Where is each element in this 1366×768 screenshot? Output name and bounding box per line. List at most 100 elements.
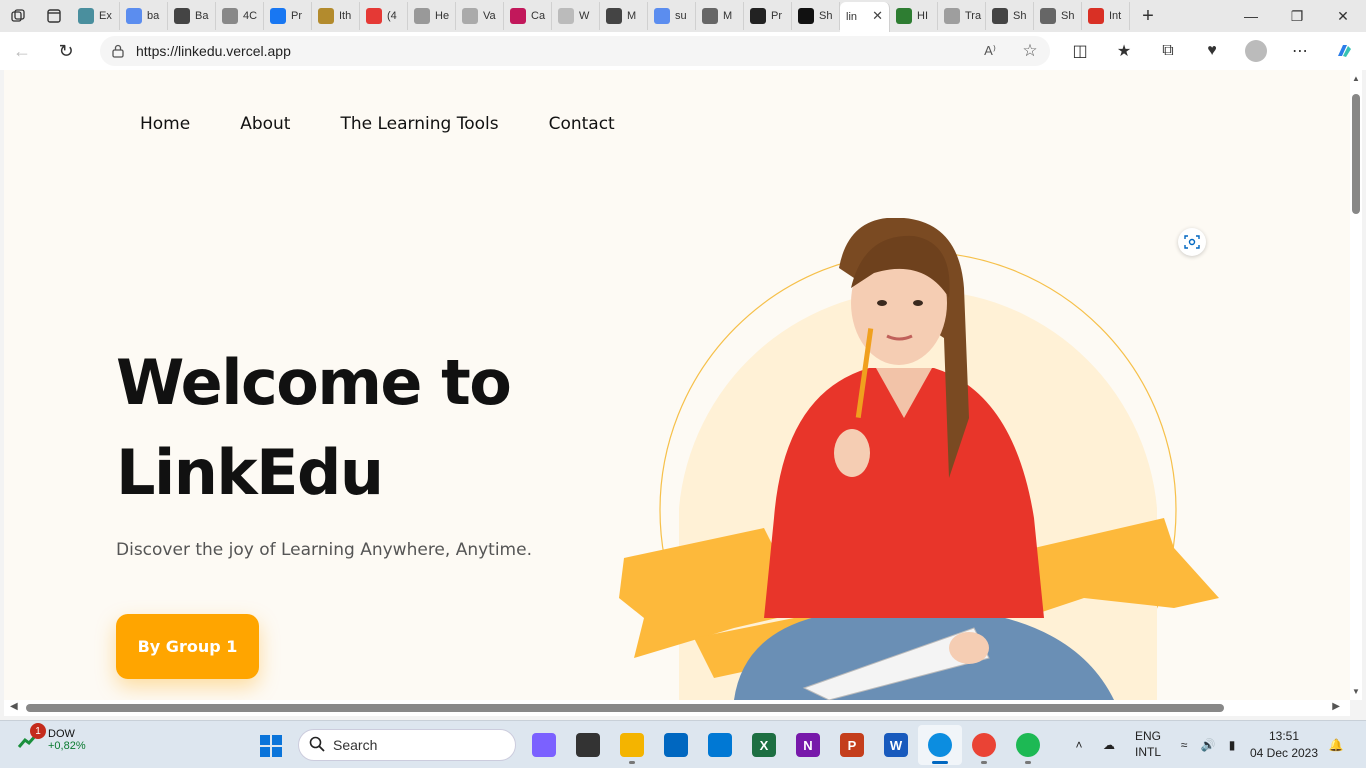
tab-9[interactable]: Ca (504, 2, 552, 30)
tab-11[interactable]: M (600, 2, 648, 30)
nav-link-about[interactable]: About (240, 114, 290, 134)
lock-icon[interactable] (100, 44, 136, 58)
tab-favicon-icon (702, 8, 718, 24)
tab-label: lin (846, 11, 858, 23)
network-info-icon[interactable]: ☁ (1094, 738, 1124, 752)
close-window-icon[interactable]: ✕ (1320, 0, 1366, 32)
taskbar-app-mail[interactable] (698, 725, 742, 765)
favorite-star-icon[interactable]: ☆ (1010, 41, 1050, 61)
task-view-icon (576, 733, 600, 757)
copilot-sidebar-icon[interactable] (1322, 32, 1366, 70)
tab-8[interactable]: Va (456, 2, 504, 30)
tab-1[interactable]: ba (120, 2, 168, 30)
minimize-icon[interactable]: — (1228, 0, 1274, 32)
tab-after-3[interactable]: Sh (1034, 2, 1082, 30)
new-tab-button[interactable]: + (1130, 5, 1166, 28)
tab-15[interactable]: Sh (792, 2, 840, 30)
collections-icon[interactable]: ⧉ (1146, 32, 1190, 70)
file-explorer-icon (620, 733, 644, 757)
hero-title-line-2: LinkEdu (116, 436, 384, 509)
tab-7[interactable]: He (408, 2, 456, 30)
hero-illustration (619, 218, 1219, 700)
tab-10[interactable]: W (552, 2, 600, 30)
tab-after-2[interactable]: Sh (986, 2, 1034, 30)
nav-link-contact[interactable]: Contact (549, 114, 615, 134)
notification-bell-icon[interactable]: 🔔 (1324, 738, 1348, 752)
close-tab-icon[interactable]: ✕ (872, 8, 883, 24)
taskbar-app-onenote[interactable]: N (786, 725, 830, 765)
taskbar-app-word[interactable]: W (874, 725, 918, 765)
tab-after-4[interactable]: Int (1082, 2, 1130, 30)
restore-icon[interactable]: ❐ (1274, 0, 1320, 32)
taskbar-app-file-explorer[interactable] (610, 725, 654, 765)
tab-3[interactable]: 4C (216, 2, 264, 30)
search-placeholder[interactable]: Search (333, 737, 377, 753)
browser-essentials-icon[interactable]: ♥ (1190, 32, 1234, 70)
nav-link-learning-tools[interactable]: The Learning Tools (340, 114, 498, 134)
vertical-scrollbar[interactable]: ▲ ▼ (1350, 70, 1362, 700)
scroll-down-arrow-icon[interactable]: ▼ (1350, 687, 1362, 696)
battery-icon[interactable]: ▮ (1220, 738, 1244, 752)
url-text[interactable]: https://linkedu.vercel.app (136, 43, 970, 59)
spotify-icon (1016, 733, 1040, 757)
scroll-right-arrow-icon[interactable]: ▶ (1332, 701, 1340, 712)
taskbar-app-copilot[interactable] (522, 725, 566, 765)
tab-6[interactable]: (4 (360, 2, 408, 30)
tab-4[interactable]: Pr (264, 2, 312, 30)
tab-13[interactable]: M (696, 2, 744, 30)
tab-12[interactable]: su (648, 2, 696, 30)
hero-subtitle: Discover the joy of Learning Anywhere, A… (116, 540, 532, 560)
taskbar-app-excel[interactable]: X (742, 725, 786, 765)
vertical-tabs-icon[interactable] (36, 0, 72, 32)
taskbar-search[interactable]: Search (298, 729, 516, 761)
more-menu-icon[interactable]: ⋯ (1278, 32, 1322, 70)
taskbar-app-task-view[interactable] (566, 725, 610, 765)
tab-14[interactable]: Pr (744, 2, 792, 30)
horizontal-scroll-thumb[interactable] (26, 704, 1224, 712)
chevron-up-icon[interactable]: ˄ (1064, 738, 1094, 752)
refresh-icon[interactable]: ↻ (44, 32, 88, 70)
tab-label: W (579, 10, 590, 22)
ticker-change: +0,82% (48, 740, 86, 752)
tab-2[interactable]: Ba (168, 2, 216, 30)
tab-favicon-icon (174, 8, 190, 24)
split-screen-icon[interactable]: ◫ (1058, 32, 1102, 70)
browser-toolbar: ← ↻ https://linkedu.vercel.app A⁾ ☆ ◫ ★ … (0, 32, 1366, 70)
back-icon[interactable]: ← (0, 32, 44, 70)
taskbar-app-spotify[interactable] (1006, 725, 1050, 765)
tab-favicon-icon (1040, 8, 1056, 24)
favorites-icon[interactable]: ★ (1102, 32, 1146, 70)
tab-after-0[interactable]: HI (890, 2, 938, 30)
tab-active[interactable]: lin ✕ (840, 2, 890, 32)
tab-label: Sh (1061, 10, 1075, 22)
tab-after-1[interactable]: Tra (938, 2, 986, 30)
taskbar-app-chrome[interactable] (962, 725, 1006, 765)
tab-label: Sh (819, 10, 833, 22)
volume-icon[interactable]: 🔊 (1196, 738, 1220, 752)
taskbar-app-edge[interactable] (918, 725, 962, 765)
windows-start-icon[interactable] (258, 733, 284, 759)
chrome-icon (972, 733, 996, 757)
tab-0[interactable]: Ex (72, 2, 120, 30)
address-bar[interactable]: https://linkedu.vercel.app A⁾ ☆ (100, 36, 1050, 66)
profile-avatar[interactable] (1245, 40, 1267, 62)
group-button[interactable]: By Group 1 (116, 614, 259, 679)
clock[interactable]: 13:51 04 Dec 2023 (1244, 728, 1324, 762)
taskbar-app-microsoft-store[interactable] (654, 725, 698, 765)
workspaces-icon[interactable] (0, 0, 36, 32)
vertical-scroll-thumb[interactable] (1352, 94, 1360, 214)
read-aloud-icon[interactable]: A⁾ (970, 43, 1010, 59)
tab-5[interactable]: Ith (312, 2, 360, 30)
horizontal-scrollbar[interactable]: ◀ ▶ (4, 700, 1350, 716)
tab-label: HI (917, 10, 928, 22)
scroll-left-arrow-icon[interactable]: ◀ (10, 701, 18, 712)
wifi-icon[interactable]: ≈ (1172, 738, 1196, 752)
taskbar-app-powerpoint[interactable]: P (830, 725, 874, 765)
scroll-up-arrow-icon[interactable]: ▲ (1350, 74, 1362, 83)
stocks-widget[interactable]: 1 DOW +0,82% (16, 723, 86, 753)
language-indicator[interactable]: ENG INTL (1124, 729, 1172, 761)
tab-favicon-icon (414, 8, 430, 24)
tab-label: Tra (965, 10, 982, 22)
notification-badge: 1 (30, 723, 46, 739)
nav-link-home[interactable]: Home (140, 114, 190, 134)
